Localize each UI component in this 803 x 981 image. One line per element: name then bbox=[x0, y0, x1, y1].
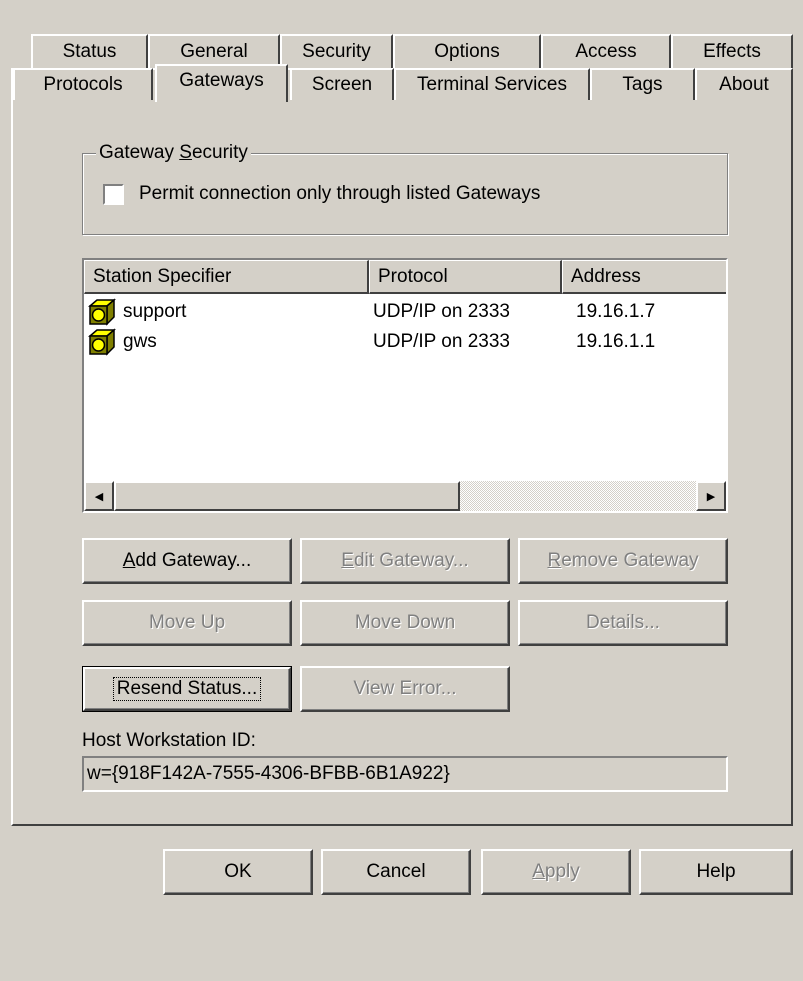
column-header-protocol[interactable]: Protocol bbox=[369, 260, 562, 294]
station-name: gws bbox=[123, 331, 157, 352]
apply-button[interactable]: Apply bbox=[481, 849, 631, 895]
tab-status[interactable]: Status bbox=[31, 34, 148, 68]
arrow-right-icon: ▶ bbox=[706, 490, 716, 503]
add-gateway-button[interactable]: Add Gateway... bbox=[82, 538, 292, 584]
tab-tags[interactable]: Tags bbox=[590, 68, 695, 100]
move-up-button[interactable]: Move Up bbox=[82, 600, 292, 646]
permit-listed-gateways-checkbox[interactable] bbox=[102, 183, 125, 206]
station-address: 19.16.1.7 bbox=[576, 301, 656, 322]
ok-button[interactable]: OK bbox=[163, 849, 313, 895]
station-protocol: UDP/IP on 2333 bbox=[373, 301, 510, 322]
column-header-station-specifier[interactable]: Station Specifier bbox=[84, 260, 369, 294]
gateway-station-icon bbox=[88, 298, 116, 326]
scrollbar-track[interactable] bbox=[460, 481, 696, 511]
tab-terminal-services[interactable]: Terminal Services bbox=[394, 68, 590, 100]
permit-listed-gateways-label[interactable]: Permit connection only through listed Ga… bbox=[139, 182, 540, 206]
view-error-button[interactable]: View Error... bbox=[300, 666, 510, 712]
gateway-security-legend: Gateway Security bbox=[96, 142, 251, 164]
resend-status-button[interactable]: Resend Status... bbox=[82, 666, 292, 712]
scroll-right-button[interactable]: ▶ bbox=[696, 481, 726, 511]
tab-effects[interactable]: Effects bbox=[671, 34, 793, 68]
scroll-left-button[interactable]: ◀ bbox=[84, 481, 114, 511]
host-workstation-id-label: Host Workstation ID: bbox=[82, 730, 256, 751]
horizontal-scrollbar[interactable]: ◀ ▶ bbox=[84, 481, 726, 511]
tab-access[interactable]: Access bbox=[541, 34, 671, 68]
column-header-address[interactable]: Address bbox=[562, 260, 726, 294]
scrollbar-thumb[interactable] bbox=[114, 481, 460, 511]
cancel-button[interactable]: Cancel bbox=[321, 849, 471, 895]
details-button[interactable]: Details... bbox=[518, 600, 728, 646]
station-address: 19.16.1.1 bbox=[576, 331, 656, 352]
tab-gateways[interactable]: Gateways bbox=[155, 64, 288, 102]
arrow-left-icon: ◀ bbox=[94, 490, 104, 503]
host-workstation-id-field[interactable]: w={918F142A-7555-4306-BFBB-6B1A922} bbox=[82, 756, 728, 792]
help-button[interactable]: Help bbox=[639, 849, 793, 895]
gateways-list[interactable]: Station Specifier Protocol Address suppo… bbox=[82, 258, 728, 513]
list-row-support[interactable]: support UDP/IP on 2333 19.16.1.7 bbox=[84, 297, 726, 327]
tab-options[interactable]: Options bbox=[393, 34, 541, 68]
tab-protocols[interactable]: Protocols bbox=[13, 68, 153, 100]
edit-gateway-button[interactable]: Edit Gateway... bbox=[300, 538, 510, 584]
gateway-station-icon bbox=[88, 328, 116, 356]
remove-gateway-button[interactable]: Remove Gateway bbox=[518, 538, 728, 584]
list-row-gws[interactable]: gws UDP/IP on 2333 19.16.1.1 bbox=[84, 327, 726, 357]
tab-general[interactable]: General bbox=[148, 34, 280, 68]
station-protocol: UDP/IP on 2333 bbox=[373, 331, 510, 352]
move-down-button[interactable]: Move Down bbox=[300, 600, 510, 646]
station-name: support bbox=[123, 301, 187, 322]
tab-about[interactable]: About bbox=[695, 68, 793, 100]
tab-screen[interactable]: Screen bbox=[290, 68, 394, 100]
tab-security[interactable]: Security bbox=[280, 34, 393, 68]
